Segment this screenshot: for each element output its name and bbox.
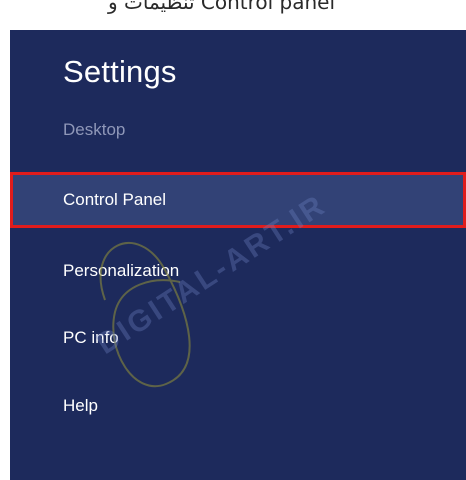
menu-item-label: Help [63, 396, 98, 415]
menu-item-label: Control Panel [63, 190, 167, 209]
menu-item-help[interactable]: Help [10, 378, 466, 434]
top-caption-text: تنظیمات و Control panel [108, 0, 336, 14]
menu-item-label: PC info [63, 328, 119, 347]
menu-item-control-panel[interactable]: Control Panel [10, 172, 466, 228]
panel-title: Settings [63, 54, 177, 89]
settings-charm-panel: Settings Desktop Control Panel Personali… [10, 30, 466, 480]
menu-item-pc-info[interactable]: PC info [10, 310, 466, 366]
menu-item-personalization[interactable]: Personalization [10, 243, 466, 299]
top-caption-strip: تنظیمات و Control panel [0, 0, 466, 30]
panel-subtitle: Desktop [63, 120, 126, 139]
menu-item-label: Personalization [63, 261, 180, 280]
